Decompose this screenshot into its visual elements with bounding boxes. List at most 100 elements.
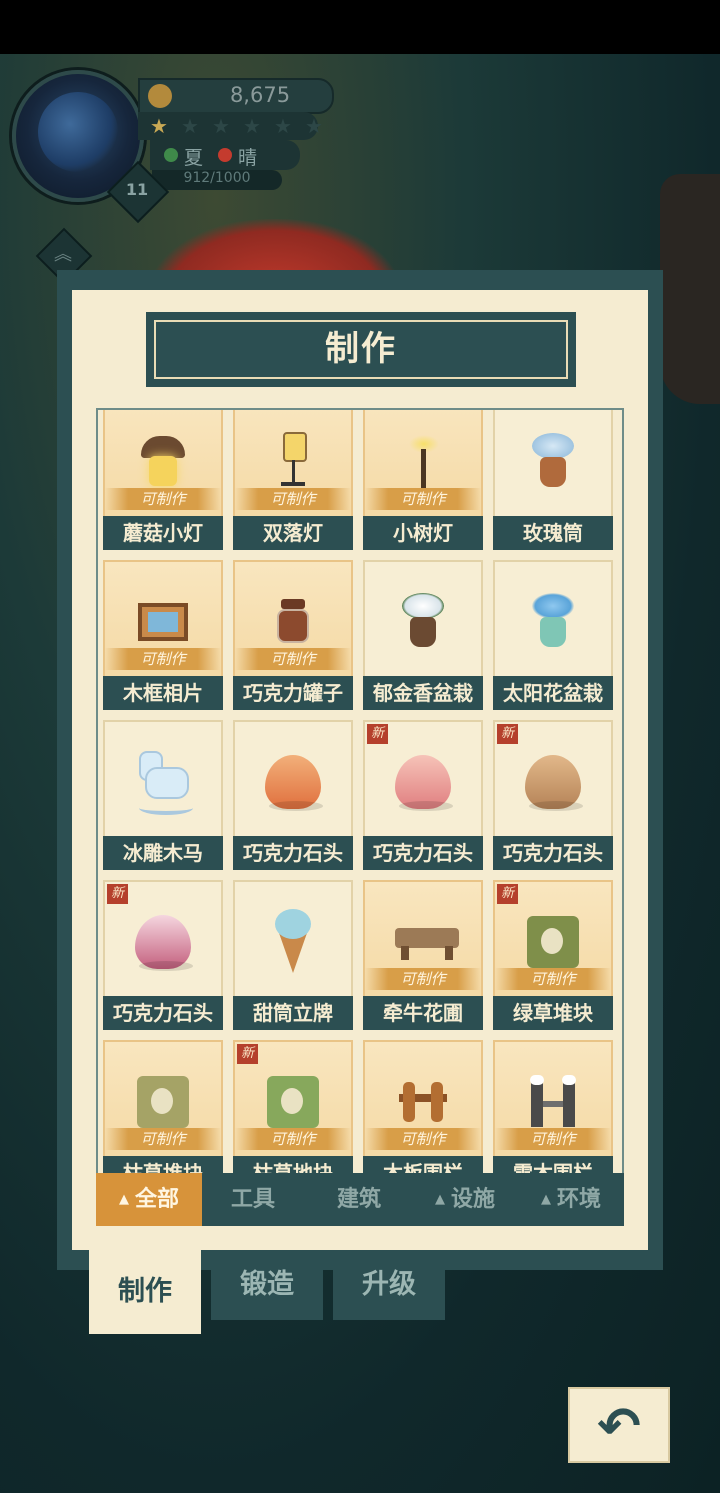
filter-tab[interactable]: ▲ 环境 [518,1173,624,1226]
craftable-label: 可制作 [530,970,576,988]
new-badge: 新 [497,724,519,744]
item-name: 绿草堆块 [493,996,613,1030]
pot-rose-icon [530,433,576,491]
craftable-label: 可制作 [140,650,186,668]
craftable-label: 可制作 [270,650,316,668]
item-grid-frame: 可制作 蘑菇小灯 可制作 双落灯 可制作 小树灯 玫瑰筒 可制作 木框相片 可制作 巧克力罐子 郁金香… [96,408,624,1183]
expand-arrow-icon: ▲ [434,1192,445,1207]
grass-dry-icon [137,1076,189,1128]
double-chevron-up-icon: ︽ [54,244,72,265]
new-badge: 新 [497,884,519,904]
star-icon: ★ [274,114,292,138]
mushroom-icon [141,436,185,488]
item-card[interactable]: 新可制作 枯草地块 [233,1040,353,1183]
item-art [135,592,191,652]
bottom-tab[interactable]: 锻造 [211,1250,323,1320]
item-grid-viewport[interactable]: 可制作 蘑菇小灯 可制作 双落灯 可制作 小树灯 玫瑰筒 可制作 木框相片 可制作 巧克力罐子 郁金香… [98,410,622,1183]
fence-icon [399,1082,447,1122]
filter-tab[interactable]: ▲ 设施 [412,1173,518,1226]
star-icon: ★ [305,114,323,138]
item-card[interactable]: 新巧克力石头 [363,720,483,870]
bottom-tab[interactable]: 制作 [89,1250,201,1334]
item-card[interactable]: 甜筒立牌 [233,880,353,1030]
craftable-label: 可制作 [270,1130,316,1148]
star-icon: ★ [181,114,199,138]
season-label: 夏 [184,147,204,169]
item-card[interactable]: 可制作 巧克力罐子 [233,560,353,710]
item-card[interactable]: 可制作 木板围栏 [363,1040,483,1183]
item-art [135,912,193,972]
item-name: 玫瑰筒 [493,516,613,550]
item-card[interactable]: 可制作 双落灯 [233,410,353,550]
grass-green-icon [527,916,579,968]
item-art [525,432,581,492]
item-card[interactable]: 新巧克力石头 [493,720,613,870]
player-hud: 8,675 ★ ★ ★ ★ ★ ★ 夏 晴 912/1000 11 ︽ [12,70,342,290]
item-card[interactable]: 巧克力石头 [233,720,353,870]
item-card[interactable]: 太阳花盆栽 [493,560,613,710]
star-icon: ★ [212,114,230,138]
weather-label: 晴 [238,147,258,169]
filter-tab-label: 设施 [450,1187,495,1212]
item-card[interactable]: 可制作 木框相片 [103,560,223,710]
undo-arrow-icon: ↶ [597,1397,641,1457]
filter-tab[interactable]: 建筑 [306,1173,412,1226]
new-badge: 新 [367,724,389,744]
item-card[interactable]: 冰雕木马 [103,720,223,870]
lamp-icon [273,432,313,492]
pot-tulip-icon [400,593,446,651]
season-icon [164,148,178,162]
bench-icon [395,922,459,962]
item-card[interactable]: 可制作 牵牛花圃 [363,880,483,1030]
item-art [525,912,581,972]
coin-icon [148,84,172,108]
craftable-label: 可制作 [400,490,446,508]
item-name: 甜筒立牌 [233,996,353,1030]
rock-brown-icon [525,755,583,811]
item-card[interactable]: 可制作 雪木围栏 [493,1040,613,1183]
rock-rose-icon [135,915,193,971]
coin-value: 8,675 [229,83,291,107]
tree-icon [403,431,443,493]
filter-tab-label: 环境 [556,1187,601,1212]
item-card[interactable]: 可制作 枯草堆块 [103,1040,223,1183]
craftable-label: 可制作 [400,1130,446,1148]
item-card[interactable]: 新可制作绿草堆块 [493,880,613,1030]
craftable-label: 可制作 [270,490,316,508]
xp-bar: 912/1000 [152,170,282,190]
filter-tab-label: 建筑 [336,1187,381,1212]
star-rating: ★ ★ ★ ★ ★ ★ [138,112,323,140]
category-filter-bar: ▲ 全部 工具 建筑 ▲ 设施 ▲ 环境 [96,1173,624,1226]
cone-icon [273,909,313,975]
item-name: 太阳花盆栽 [493,676,613,710]
level-value: 11 [125,180,149,199]
item-card[interactable]: 新巧克力石头 [103,880,223,1030]
item-art [395,592,451,652]
coin-counter: 8,675 [138,78,334,114]
filter-tab[interactable]: ▲ 全部 [96,1173,202,1226]
item-card[interactable]: 郁金香盆栽 [363,560,483,710]
tree-trunk-decoration [660,174,720,404]
item-art [525,1072,581,1132]
filter-tab[interactable]: 工具 [200,1173,306,1226]
new-badge: 新 [237,1044,259,1064]
bottom-tab[interactable]: 升级 [333,1250,445,1320]
item-art [525,592,581,652]
item-art [265,909,321,975]
item-art [395,1072,451,1132]
item-name: 蘑菇小灯 [103,516,223,550]
craftable-label: 可制作 [140,1130,186,1148]
rock-pink-icon [395,755,453,811]
star-icon: ★ [243,114,261,138]
item-card[interactable]: 可制作 小树灯 [363,410,483,550]
back-button[interactable]: ↶ [568,1387,670,1463]
panel-title: 制作 [325,329,397,369]
item-art [265,1072,321,1132]
craftable-label: 可制作 [530,1130,576,1148]
item-card[interactable]: 玫瑰筒 [493,410,613,550]
pot-sun-icon [530,593,576,651]
item-card[interactable]: 可制作 蘑菇小灯 [103,410,223,550]
horse-icon [135,747,193,817]
status-bar [0,0,720,54]
item-name: 巧克力石头 [363,836,483,870]
